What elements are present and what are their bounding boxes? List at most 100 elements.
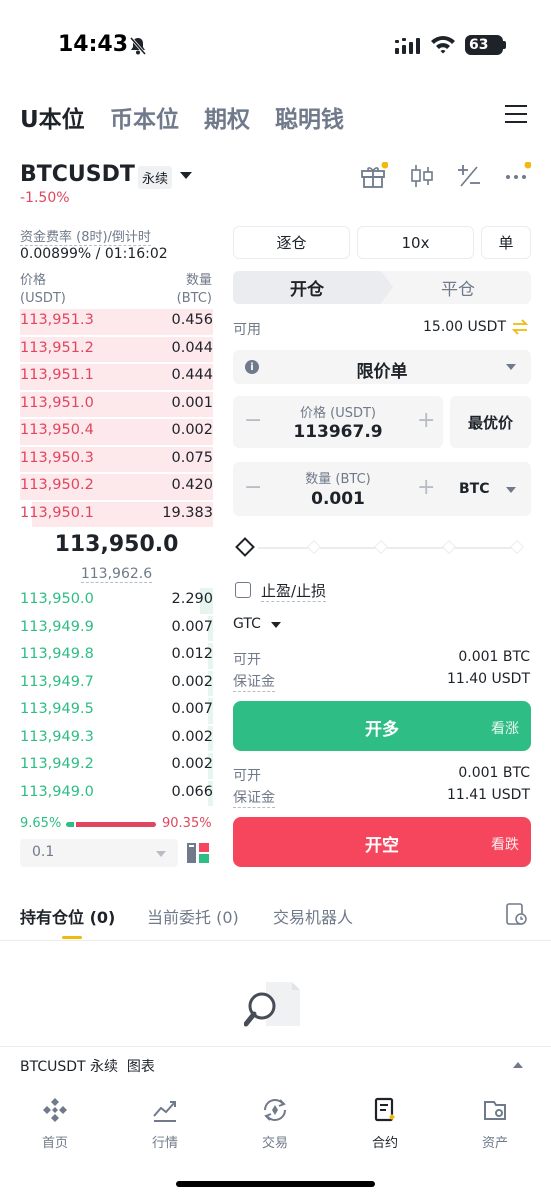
chevron-up-icon[interactable]	[513, 1062, 523, 1068]
qty-increase-icon[interactable]: +	[417, 475, 435, 500]
home-indicator	[176, 1181, 375, 1187]
tab-positions[interactable]: 持有仓位 (0)	[20, 904, 115, 928]
margin-mode-button[interactable]: 逐仓	[233, 226, 350, 259]
bid-qty: 0.066	[171, 783, 213, 800]
tab-open[interactable]: 开仓	[233, 271, 381, 304]
nav-futures[interactable]: 合约	[345, 1096, 425, 1151]
tab-trading-bots[interactable]: 交易机器人	[273, 904, 353, 928]
order-history-icon[interactable]	[504, 902, 528, 926]
tab-coinm[interactable]: 币本位	[110, 100, 179, 134]
best-price-button[interactable]: 最优价	[450, 396, 531, 448]
bell-off-icon	[129, 37, 147, 55]
chevron-down-icon	[156, 851, 166, 857]
open-long-button[interactable]: 开多 看涨	[233, 701, 531, 751]
available-label: 可用	[233, 322, 261, 338]
bid-row[interactable]: 113,949.9 0.007	[20, 615, 213, 643]
price-step-select[interactable]: 0.1	[20, 839, 178, 867]
long-margin-value: 11.40 USDT	[447, 671, 530, 687]
calculator-icon[interactable]	[455, 162, 483, 190]
order-type-label: 限价单	[356, 362, 408, 382]
qty-decrease-icon[interactable]: −	[244, 475, 262, 500]
quantity-unit-select[interactable]: BTC	[459, 481, 490, 497]
bid-qty: 0.007	[171, 701, 213, 717]
bid-price: 113,949.5	[20, 701, 94, 717]
tab-close[interactable]: 平仓	[385, 271, 531, 304]
price-increase-icon[interactable]: +	[417, 408, 435, 433]
tab-smart-money[interactable]: 聪明钱	[275, 100, 344, 134]
wallet-icon	[484, 1101, 506, 1120]
tab-open-orders[interactable]: 当前委托 (0)	[147, 904, 239, 928]
ask-row[interactable]: 113,950.2 0.420	[20, 473, 213, 501]
nav-home-label: 首页	[41, 1136, 68, 1151]
ask-qty: 0.456	[171, 312, 213, 328]
menu-icon[interactable]	[505, 104, 527, 124]
transfer-icon[interactable]	[511, 318, 529, 336]
ask-price: 113,950.1	[20, 504, 94, 521]
tpsl-label[interactable]: 止盈/止损	[261, 580, 327, 602]
slider-step-25[interactable]	[306, 539, 322, 555]
ask-row[interactable]: 113,950.4 0.002	[20, 418, 213, 446]
active-tab-indicator	[62, 936, 82, 939]
chart-bar-label: BTCUSDT 永续 图表	[20, 1059, 155, 1075]
bid-row[interactable]: 113,949.8 0.012	[20, 642, 213, 670]
ask-row[interactable]: 113,951.2 0.044	[20, 336, 213, 364]
ask-row[interactable]: 113,950.3 0.075	[20, 446, 213, 474]
ask-qty: 0.420	[171, 477, 213, 493]
ask-price: 113,951.0	[20, 394, 94, 411]
amount-slider-track[interactable]	[258, 547, 518, 549]
ask-row[interactable]: 113,950.1 19.383	[20, 501, 213, 529]
nav-home[interactable]: 首页	[15, 1096, 95, 1151]
more-icon[interactable]	[503, 162, 531, 190]
funding-rate-label[interactable]: 资金费率 (8时)/倒计时	[20, 226, 151, 246]
slider-step-100[interactable]	[509, 539, 525, 555]
nav-trade[interactable]: 交易	[235, 1096, 315, 1151]
nav-markets[interactable]: 行情	[125, 1096, 205, 1151]
ask-row[interactable]: 113,951.0 0.001	[20, 391, 213, 419]
symbol-name[interactable]: BTCUSDT	[20, 162, 135, 187]
perpetual-tag: 永续	[138, 166, 173, 189]
wifi-icon	[431, 36, 455, 54]
time-in-force-select[interactable]: GTC	[233, 616, 261, 632]
bid-price: 113,949.9	[20, 618, 94, 635]
open-short-button[interactable]: 开空 看跌	[233, 817, 531, 867]
symbol-dropdown-icon[interactable]	[180, 172, 192, 179]
bid-qty: 0.007	[171, 618, 213, 635]
price-step-value: 0.1	[32, 844, 55, 860]
bid-row[interactable]: 113,949.0 0.066	[20, 780, 213, 808]
bid-row[interactable]: 113,949.3 0.002	[20, 725, 213, 753]
ask-row[interactable]: 113,951.1 0.444	[20, 363, 213, 391]
empty-state-icon	[244, 982, 300, 1027]
bid-row[interactable]: 113,950.0 2.290	[20, 587, 213, 615]
position-mode-button[interactable]: 单	[481, 226, 531, 259]
ask-qty: 0.002	[171, 422, 213, 438]
ask-qty: 0.075	[171, 449, 213, 466]
candlestick-icon[interactable]	[408, 162, 436, 190]
short-margin-label[interactable]: 保证金	[233, 787, 275, 808]
tab-options[interactable]: 期权	[204, 100, 250, 134]
orderbook-layout-icon[interactable]	[187, 842, 209, 864]
slider-handle[interactable]	[235, 537, 255, 557]
funding-rate-value: 0.00899% / 01:16:02	[20, 246, 168, 262]
signal-icon	[395, 38, 420, 54]
price-decrease-icon[interactable]: −	[244, 408, 262, 433]
short-margin-value: 11.41 USDT	[447, 787, 530, 803]
nav-assets[interactable]: 资产	[455, 1096, 535, 1151]
tab-usdm[interactable]: U本位	[20, 100, 85, 134]
ask-price: 113,950.3	[20, 449, 94, 466]
bid-row[interactable]: 113,949.7 0.002	[20, 670, 213, 698]
ob-qty-header-label: 数量	[185, 273, 212, 288]
leverage-button[interactable]: 10x	[357, 226, 474, 259]
long-margin-label[interactable]: 保证金	[233, 671, 275, 692]
bid-row[interactable]: 113,949.5 0.007	[20, 697, 213, 725]
short-max-open-label: 可开	[233, 768, 261, 784]
price-input[interactable]: 113967.9	[263, 422, 413, 442]
tpsl-checkbox[interactable]	[235, 582, 251, 598]
bid-row[interactable]: 113,949.2 0.002	[20, 752, 213, 780]
gift-icon[interactable]	[360, 162, 388, 190]
mark-price[interactable]: 113,962.6	[0, 566, 233, 583]
ask-row[interactable]: 113,951.3 0.456	[20, 308, 213, 336]
slider-step-75[interactable]	[441, 539, 457, 555]
quantity-input[interactable]: 0.001	[263, 489, 413, 509]
bid-qty: 0.002	[171, 728, 213, 745]
slider-step-50[interactable]	[373, 539, 389, 555]
